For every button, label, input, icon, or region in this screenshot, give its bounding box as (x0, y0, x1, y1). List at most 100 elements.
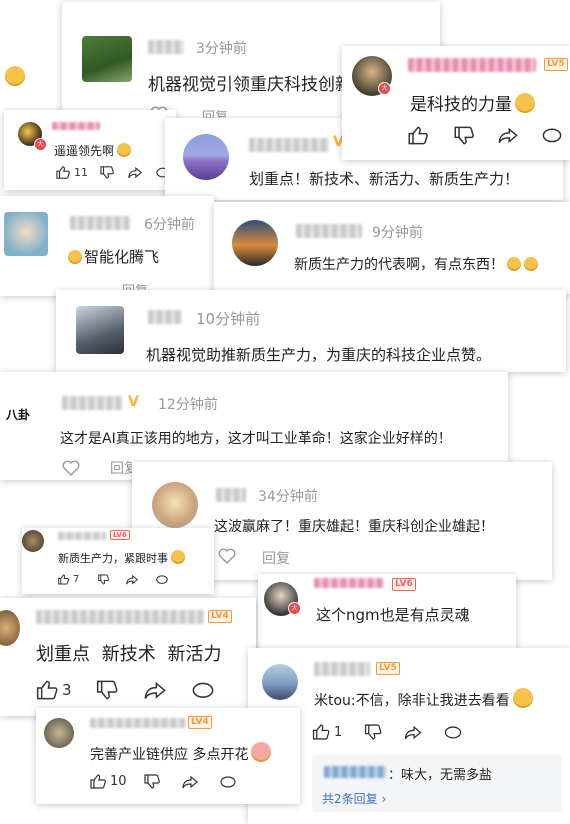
share-icon (144, 682, 166, 699)
thumbs-down-icon (364, 724, 382, 740)
dislike-button[interactable] (98, 574, 109, 585)
thumbs-up-icon (312, 724, 330, 740)
like-button[interactable]: 11 (56, 166, 88, 179)
comment-card: 大 遥遥领先啊 11 (4, 110, 176, 190)
username[interactable] (148, 310, 182, 324)
username[interactable] (52, 122, 100, 130)
avatar[interactable] (262, 664, 298, 700)
username[interactable] (90, 718, 186, 728)
avatar[interactable] (76, 306, 124, 354)
emoji-icon (251, 742, 272, 762)
comment-text: 这波赢麻了！重庆雄起！重庆科创企业雄起！ (214, 519, 494, 535)
username[interactable] (70, 216, 130, 230)
avatar[interactable] (22, 530, 44, 552)
avatar[interactable] (152, 482, 198, 528)
comment-text: 机器视觉助推新质生产力，为重庆的科技企业点赞。 (146, 346, 492, 364)
verified-badge: 大 (378, 82, 391, 95)
heart-icon (218, 548, 236, 564)
level-badge: LV6 (392, 578, 416, 591)
dislike-button[interactable] (454, 126, 474, 145)
dislike-button[interactable] (364, 724, 382, 740)
comment-card: LV6 新质生产力，紧跟时事 7 (22, 528, 214, 594)
username[interactable] (216, 488, 246, 502)
comment-text: 是科技的力量 (410, 90, 535, 115)
verified-badge: 大 (34, 138, 47, 151)
doge-emoji-icon (515, 93, 535, 113)
like-button[interactable]: 1 (312, 724, 342, 740)
emoji-icon (171, 550, 185, 564)
sub-reply-box[interactable]: ：味大，无需多盐 共2条回复 › (312, 754, 562, 812)
username[interactable] (314, 662, 370, 676)
chat-bubble-icon (444, 726, 462, 739)
username[interactable] (148, 40, 184, 54)
level-badge: LV4 (188, 716, 212, 729)
username[interactable] (408, 58, 536, 72)
share-icon (182, 776, 198, 789)
share-button[interactable] (144, 682, 166, 700)
comment-time: 6分钟前 (144, 217, 195, 233)
comment-button[interactable] (156, 575, 168, 585)
comment-button[interactable] (542, 128, 562, 144)
thumbs-down-icon (100, 166, 114, 179)
comment-button[interactable] (220, 776, 236, 789)
like-count: 7 (73, 574, 80, 585)
like-button[interactable] (218, 548, 236, 564)
sub-reply-username[interactable] (324, 766, 386, 778)
comment-button[interactable] (444, 726, 462, 740)
avatar[interactable] (183, 134, 229, 180)
comment-time: 10分钟前 (196, 310, 261, 328)
like-count: 10 (110, 774, 127, 789)
dislike-button[interactable] (144, 774, 160, 789)
thumbs-down-icon (454, 126, 474, 145)
username[interactable] (296, 224, 362, 238)
username[interactable] (249, 138, 329, 152)
share-button[interactable] (182, 776, 198, 789)
thumbs-up-icon (408, 126, 428, 145)
thumbs-up-icon (56, 166, 70, 179)
comment-time: 3分钟前 (196, 41, 247, 57)
avatar[interactable] (44, 718, 74, 748)
chat-bubble-icon (156, 575, 168, 584)
sub-reply-text: ：味大，无需多盐 (388, 768, 493, 783)
thumbs-up-icon (58, 574, 69, 585)
comment-text: 完善产业链供应 多点开花 (90, 742, 272, 764)
doge-emoji-icon (512, 688, 533, 708)
username[interactable] (314, 578, 384, 588)
comment-button[interactable] (192, 682, 214, 700)
avatar[interactable] (232, 220, 278, 266)
share-button[interactable] (128, 167, 142, 179)
like-button[interactable]: 3 (36, 680, 72, 700)
reply-button[interactable]: 回复 (262, 548, 290, 568)
share-icon (404, 726, 422, 740)
comment-text: 划重点 新技术 新活力 (36, 644, 222, 665)
comment-card: 9分钟前 新质生产力的代表啊，有点东西！ (214, 202, 570, 294)
comment-text: 遥遥领先啊 (54, 142, 132, 159)
comment-text: 新质生产力，紧跟时事 (58, 550, 185, 566)
dislike-button[interactable] (96, 680, 118, 700)
share-button[interactable] (404, 726, 422, 740)
avatar[interactable] (82, 36, 132, 82)
chat-bubble-icon (542, 128, 562, 143)
username[interactable] (62, 396, 122, 410)
comment-card: 10分钟前 机器视觉助推新质生产力，为重庆的科技企业点赞。 (56, 290, 566, 372)
avatar[interactable] (0, 610, 20, 646)
view-replies-link[interactable]: 共2条回复 › (322, 790, 386, 807)
like-button[interactable] (408, 126, 428, 145)
like-button[interactable] (62, 460, 80, 476)
chat-bubble-icon (220, 776, 236, 788)
chat-bubble-icon (192, 682, 214, 698)
level-badge: LV5 (544, 58, 568, 71)
username[interactable] (36, 610, 204, 624)
comment-text: 米tou:不信，除非让我进去看看 (314, 688, 533, 710)
level-badge: LV4 (208, 610, 232, 623)
share-button[interactable] (498, 128, 518, 144)
comment-text: 新质生产力的代表啊，有点东西！ (294, 254, 538, 274)
comment-time: 12分钟前 (158, 397, 218, 413)
like-button[interactable]: 10 (90, 774, 127, 789)
like-count: 11 (74, 166, 88, 179)
dislike-button[interactable] (100, 166, 114, 179)
username[interactable] (58, 532, 106, 540)
like-button[interactable]: 7 (58, 574, 79, 585)
avatar[interactable] (4, 212, 48, 256)
share-button[interactable] (126, 575, 138, 585)
